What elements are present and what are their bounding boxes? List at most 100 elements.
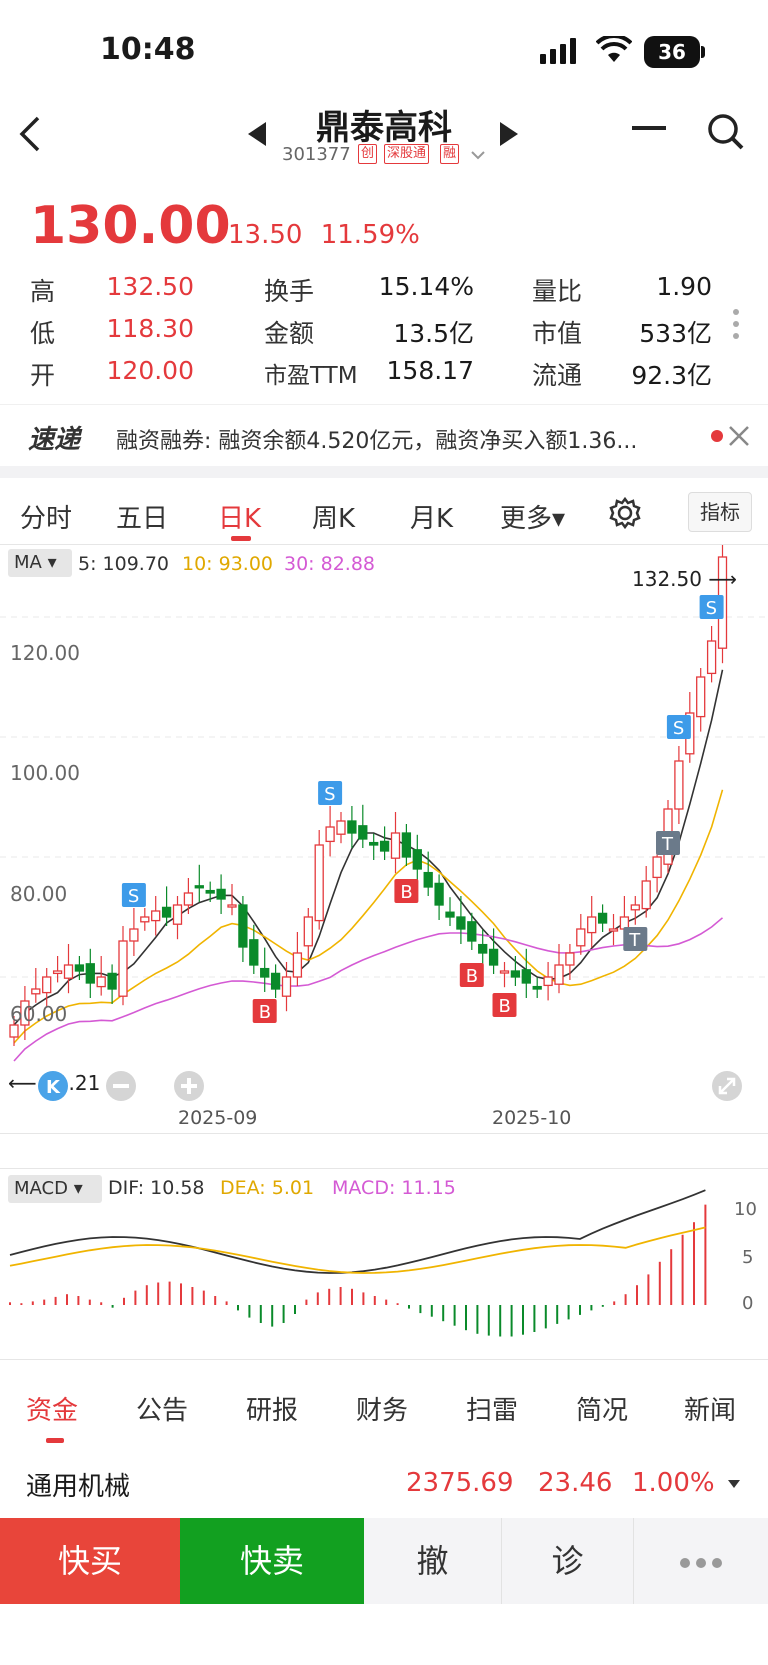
zoom-in-icon[interactable]: [172, 1069, 206, 1103]
label-high: 高: [30, 277, 56, 306]
close-icon[interactable]: [728, 425, 750, 447]
tab-announcements[interactable]: 公告: [136, 1390, 188, 1427]
next-stock-icon[interactable]: [498, 120, 520, 148]
value-turnover: 15.14%: [378, 272, 474, 301]
quote-panel: 130.00 13.50 11.59% 高 132.50 换手 15.14% 量…: [0, 196, 768, 396]
diagnose-button[interactable]: 诊: [502, 1518, 634, 1604]
candle-body: [140, 916, 150, 923]
value-market-cap: 533亿: [639, 319, 712, 348]
signal-flag-label: T: [661, 834, 674, 855]
candle-body: [445, 911, 455, 918]
sector-pct: 1.00%: [632, 1468, 715, 1498]
macd-axis-10: 10: [734, 1199, 757, 1220]
candle-body: [652, 856, 662, 879]
cancel-order-button[interactable]: 撤: [364, 1518, 502, 1604]
indicator-button[interactable]: 指标: [688, 492, 752, 532]
value-float: 92.3亿: [631, 361, 712, 390]
signal-flag-label: S: [706, 598, 717, 619]
tab-five-day[interactable]: 五日: [116, 498, 168, 535]
candle-body: [260, 967, 270, 978]
sector-row[interactable]: 通用机械 2375.69 23.46 1.00%: [0, 1456, 768, 1514]
news-text[interactable]: 融资融券: 融资余额4.520亿元，融资净买入额1.36...: [116, 423, 637, 455]
candle-body: [303, 916, 313, 947]
candle-body: [630, 904, 640, 911]
battery-indicator: 36: [644, 36, 700, 68]
label-open: 开: [30, 361, 56, 390]
quick-buy-button[interactable]: 快买: [0, 1518, 180, 1604]
kline-chart[interactable]: MA ▾ 5: 109.70 10: 93.00 30: 82.88 SSBBB…: [0, 544, 768, 1134]
tab-intraday[interactable]: 分时: [20, 498, 72, 535]
date-label-oct: 2025-10: [492, 1107, 572, 1129]
candle-body: [543, 976, 553, 987]
candle-body: [510, 970, 521, 978]
sector-name: 通用机械: [26, 1472, 131, 1502]
candle-body: [205, 889, 215, 894]
signal-flag-label: B: [499, 996, 511, 1017]
candle-body: [521, 969, 531, 984]
high-marker: 132.50 ⟶: [632, 567, 738, 591]
candle-body: [52, 970, 63, 975]
signal-flag-label: B: [259, 1002, 271, 1023]
tab-research[interactable]: 研报: [246, 1390, 298, 1427]
candle-body: [434, 882, 444, 906]
candle-body: [401, 832, 412, 858]
value-pe-ttm: 158.17: [386, 356, 474, 385]
tab-finance[interactable]: 财务: [356, 1390, 408, 1427]
label-pe-ttm: 市盈TTM: [264, 363, 358, 389]
signal-flag-label: T: [628, 930, 641, 951]
candle-body: [42, 976, 52, 994]
candle-body: [151, 910, 161, 922]
candle-body: [641, 880, 651, 910]
candle-body: [488, 948, 499, 966]
wifi-icon: [596, 36, 632, 62]
tab-daily-k[interactable]: 日K: [218, 498, 261, 535]
zoom-out-icon[interactable]: [104, 1069, 138, 1103]
value-amount: 13.5亿: [393, 319, 474, 348]
label-volume-ratio: 量比: [532, 277, 583, 306]
action-bar: 快买 快卖 撤 诊: [0, 1518, 768, 1604]
more-vertical-icon[interactable]: [732, 308, 740, 340]
candle-body: [227, 904, 237, 908]
candle-body: [292, 952, 303, 978]
candle-body: [183, 892, 194, 906]
signal-flag-label: S: [324, 784, 335, 805]
gear-icon[interactable]: [608, 496, 642, 530]
candle-body: [118, 940, 128, 997]
fullscreen-icon[interactable]: [710, 1069, 744, 1103]
tab-weekly-k[interactable]: 周K: [312, 498, 355, 535]
search-icon[interactable]: [706, 112, 746, 152]
macd-panel[interactable]: MACD ▾ DIF: 10.58 DEA: 5.01 MACD: 11.15 …: [0, 1168, 768, 1360]
chevron-down-icon[interactable]: [470, 150, 486, 162]
candle-body: [576, 928, 586, 947]
k-logo-icon[interactable]: K: [36, 1069, 70, 1103]
tag-rong: 融: [440, 144, 460, 164]
kline-svg[interactable]: SSBBBBSSTT: [0, 545, 768, 1135]
news-logo: 速递: [28, 425, 81, 455]
news-ticker[interactable]: 速递 融资融券: 融资余额4.520亿元，融资净买入额1.36...: [0, 404, 768, 466]
stock-header: 鼎泰高科 301377 创 深股通 融: [0, 96, 768, 176]
candle-body: [412, 849, 422, 870]
more-button[interactable]: [634, 1518, 768, 1604]
caret-down-icon[interactable]: [728, 1480, 740, 1490]
signal-flag-label: S: [128, 886, 139, 907]
change-value: 13.50: [228, 220, 303, 250]
tab-news[interactable]: 新闻: [684, 1390, 736, 1427]
sector-value: 2375.69: [406, 1468, 514, 1498]
dea-line: [9, 1226, 706, 1274]
tab-funds[interactable]: 资金: [26, 1390, 78, 1427]
label-float: 流通: [532, 361, 583, 390]
quick-sell-button[interactable]: 快卖: [180, 1518, 364, 1604]
info-tabs: 资金 公告 研报 财务 扫雷 简况 新闻: [0, 1380, 768, 1443]
candle-body: [499, 970, 510, 974]
tab-monthly-k[interactable]: 月K: [410, 498, 453, 535]
minus-icon[interactable]: [632, 126, 666, 132]
tab-more[interactable]: 更多▾: [500, 498, 565, 535]
axis-label-80: 80.00: [10, 882, 68, 906]
status-bar: 10:48 36: [0, 0, 768, 96]
change-percent: 11.59%: [320, 220, 420, 250]
last-price: 130.00: [30, 196, 231, 256]
tab-profile[interactable]: 简况: [576, 1390, 628, 1427]
stock-title: 鼎泰高科: [316, 108, 452, 148]
tab-risk-scan[interactable]: 扫雷: [466, 1390, 518, 1427]
candle-body: [696, 676, 706, 718]
